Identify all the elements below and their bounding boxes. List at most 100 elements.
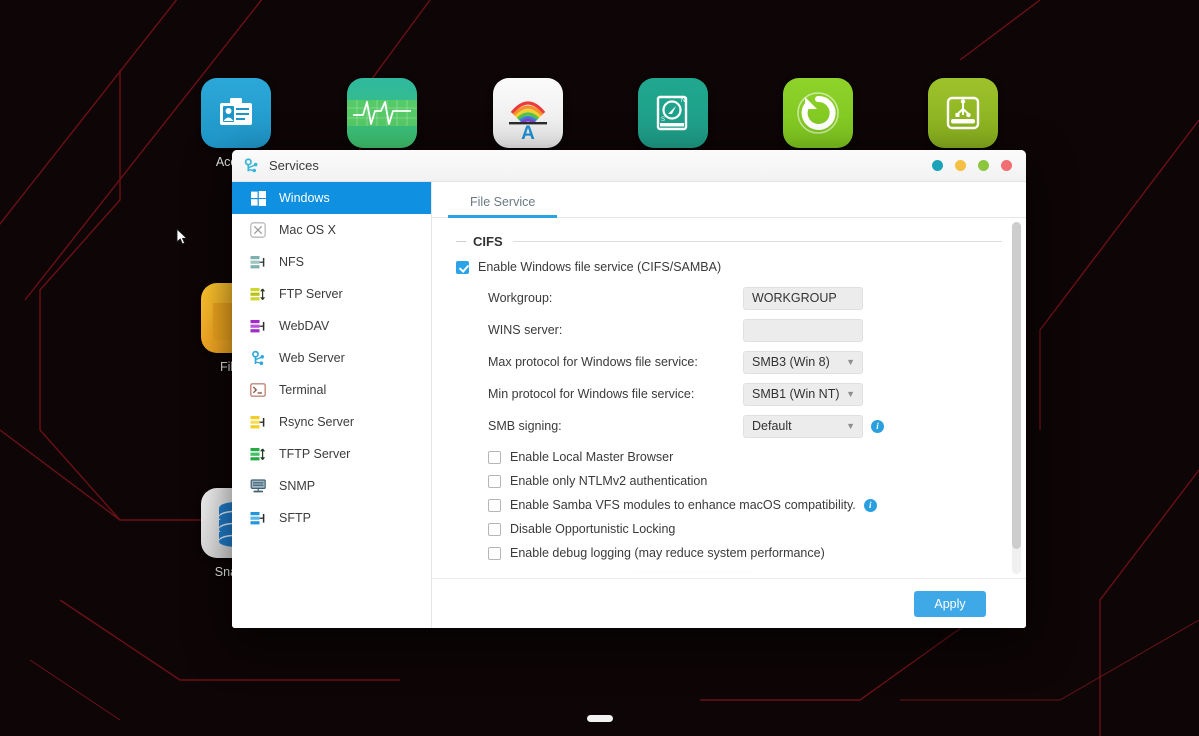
webdav-icon	[249, 317, 267, 335]
info-icon[interactable]: i	[863, 498, 877, 512]
services-icon	[244, 157, 258, 172]
wins-server-input[interactable]	[743, 318, 863, 342]
sidebar-item-windows[interactable]: Windows	[232, 182, 431, 214]
sidebar-item-snmp[interactable]: SNMP	[232, 470, 431, 502]
sidebar-item-label: SFTP	[279, 511, 311, 525]
tab-label: File Service	[470, 195, 536, 209]
disable-oplock-checkbox[interactable]	[488, 522, 501, 536]
enable-debug-logging-row[interactable]: Enable debug logging (may reduce system …	[488, 546, 1002, 560]
workgroup-label: Workgroup:	[488, 291, 553, 305]
sidebar-item-tftp-server[interactable]: TFTP Server	[232, 438, 431, 470]
id-card-icon	[220, 98, 252, 125]
svg-text:N: N	[681, 98, 685, 104]
enable-samba-vfs-checkbox[interactable]	[488, 498, 501, 512]
enable-windows-file-service-label: Enable Windows file service (CIFS/SAMBA)	[478, 260, 722, 274]
tab-file-service[interactable]: File Service	[448, 195, 558, 218]
min-protocol-select[interactable]: SMB1 (Win NT) ▼	[743, 382, 863, 406]
min-protocol-value: SMB1 (Win NT)	[752, 387, 840, 401]
wins-server-label: WINS server:	[488, 323, 563, 337]
sidebar-item-sftp[interactable]: SFTP	[232, 502, 431, 534]
minimize-button[interactable]	[955, 160, 966, 171]
sidebar-item-nfs[interactable]: NFS	[232, 246, 431, 278]
desktop-icon-restore[interactable]	[758, 78, 878, 155]
taskbar-handle[interactable]	[586, 715, 613, 722]
log-level-select[interactable]: Normal ▼	[632, 570, 752, 578]
tftp-icon	[249, 445, 267, 463]
sidebar-item-label: NFS	[279, 255, 304, 269]
sidebar-item-webdav[interactable]: WebDAV	[232, 310, 431, 342]
section-title: CIFS	[473, 234, 503, 249]
min-protocol-label: Min protocol for Windows file service:	[488, 387, 695, 401]
enable-local-master-browser-checkbox[interactable]	[488, 450, 501, 464]
snmp-icon	[249, 477, 267, 495]
desktop-icon-monitor[interactable]	[322, 78, 442, 155]
ftp-icon	[249, 285, 267, 303]
mouse-cursor	[176, 228, 188, 245]
tabbar[interactable]: File Service	[432, 182, 1026, 218]
sidebar-item-label: Terminal	[279, 383, 327, 397]
sidebar-item-label: FTP Server	[279, 287, 343, 301]
chevron-down-icon: ▼	[846, 356, 855, 367]
usb-backup-icon	[928, 78, 998, 148]
enable-ntlmv2-checkbox[interactable]	[488, 474, 501, 488]
services-content: File Service CIFS Enable Windows file se…	[432, 182, 1026, 628]
disable-oplock-label: Disable Opportunistic Locking	[510, 522, 676, 536]
chevron-down-icon: ▼	[735, 577, 744, 578]
windows-icon	[249, 189, 267, 207]
enable-local-master-browser-row[interactable]: Enable Local Master Browser	[488, 450, 1002, 464]
sidebar-item-label: WebDAV	[279, 319, 330, 333]
access-control-icon	[201, 78, 271, 148]
info-icon[interactable]: i	[871, 419, 884, 433]
info-button[interactable]	[932, 160, 943, 171]
sidebar-item-mac-os-x[interactable]: Mac OS X	[232, 214, 431, 246]
desktop-icon-antivirus[interactable]: A	[468, 78, 588, 155]
rsync-icon	[249, 413, 267, 431]
legend-dash	[456, 241, 466, 242]
restore-icon	[783, 78, 853, 148]
services-window[interactable]: Services Windows Mac OS X NFS FTP Server…	[232, 150, 1026, 628]
apply-button[interactable]: Apply	[914, 590, 986, 617]
svg-text:S: S	[661, 117, 665, 123]
manual-icon: N S	[638, 78, 708, 148]
enable-samba-vfs-row[interactable]: Enable Samba VFS modules to enhance macO…	[488, 498, 1002, 512]
enable-samba-vfs-label: Enable Samba VFS modules to enhance macO…	[510, 498, 856, 512]
desktop-icon-manual[interactable]: N S	[613, 78, 733, 155]
window-titlebar[interactable]: Services	[232, 150, 1026, 182]
settings-scroll-area[interactable]: CIFS Enable Windows file service (CIFS/S…	[432, 218, 1026, 578]
sidebar-item-label: Rsync Server	[279, 415, 355, 429]
enable-windows-file-service-row[interactable]: Enable Windows file service (CIFS/SAMBA)	[456, 260, 1002, 274]
workgroup-input[interactable]: WORKGROUP	[743, 286, 863, 310]
sidebar-item-rsync-server[interactable]: Rsync Server	[232, 406, 431, 438]
smb-signing-select[interactable]: Default ▼	[743, 414, 863, 438]
smb-signing-label: SMB signing:	[488, 419, 562, 433]
cifs-section-legend: CIFS	[456, 234, 1002, 249]
window-title: Services	[269, 158, 319, 173]
sidebar-item-ftp-server[interactable]: FTP Server	[232, 278, 431, 310]
scrollbar-thumb[interactable]	[1012, 222, 1021, 550]
sidebar-item-web-server[interactable]: Web Server	[232, 342, 431, 374]
max-protocol-row: Max protocol for Windows file service: S…	[456, 350, 1002, 374]
enable-windows-file-service-checkbox[interactable]	[456, 260, 469, 274]
max-protocol-select[interactable]: SMB3 (Win 8) ▼	[743, 350, 863, 374]
maximize-button[interactable]	[978, 160, 989, 171]
terminal-icon	[249, 381, 267, 399]
smb-signing-value: Default	[752, 419, 792, 433]
webserver-icon	[249, 349, 267, 367]
sidebar-item-terminal[interactable]: Terminal	[232, 374, 431, 406]
svg-text:A: A	[521, 123, 535, 141]
enable-ntlmv2-label: Enable only NTLMv2 authentication	[510, 474, 708, 488]
services-sidebar[interactable]: Windows Mac OS X NFS FTP Server WebDAV W…	[232, 182, 432, 628]
enable-debug-logging-checkbox[interactable]	[488, 546, 501, 560]
disable-oplock-row[interactable]: Disable Opportunistic Locking	[488, 522, 1002, 536]
max-protocol-value: SMB3 (Win 8)	[752, 355, 830, 369]
vertical-scrollbar[interactable]	[1012, 222, 1021, 574]
close-button[interactable]	[1001, 160, 1012, 171]
enable-ntlmv2-row[interactable]: Enable only NTLMv2 authentication	[488, 474, 1002, 488]
sidebar-item-label: Windows	[279, 191, 330, 205]
min-protocol-row: Min protocol for Windows file service: S…	[456, 382, 1002, 406]
desktop-icon-usb-backup[interactable]	[903, 78, 1023, 155]
legend-rule	[512, 241, 1002, 242]
max-protocol-label: Max protocol for Windows file service:	[488, 355, 698, 369]
window-controls[interactable]	[932, 160, 1016, 171]
nfs-icon	[249, 253, 267, 271]
